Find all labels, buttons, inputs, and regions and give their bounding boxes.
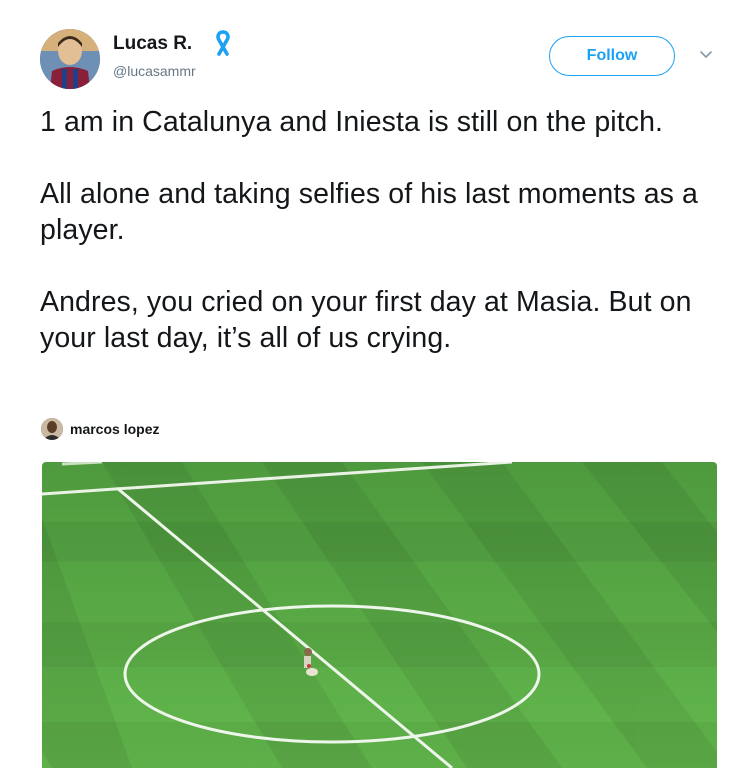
author-handle[interactable]: @lucasammr: [113, 63, 196, 79]
media-attribution[interactable]: marcos lopez: [70, 421, 159, 437]
tweet-paragraph: 1 am in Catalunya and Iniesta is still o…: [40, 106, 664, 138]
tweet-paragraph: All alone and taking selfies of his last…: [40, 178, 698, 246]
chevron-down-icon[interactable]: [699, 50, 713, 60]
author-avatar[interactable]: [40, 29, 100, 89]
follow-button[interactable]: Follow: [549, 36, 675, 76]
video-media[interactable]: [42, 462, 717, 768]
user-avatar-icon[interactable]: [41, 418, 63, 440]
tweet-paragraph: Andres, you cried on your first day at M…: [40, 286, 692, 354]
pitch-image: [42, 462, 717, 768]
avatar-image: [40, 29, 100, 89]
author-display-name[interactable]: Lucas R.: [113, 33, 192, 55]
awareness-ribbon-icon: [216, 30, 230, 56]
tweet-text: 1 am in Catalunya and Iniesta is still o…: [40, 104, 730, 356]
